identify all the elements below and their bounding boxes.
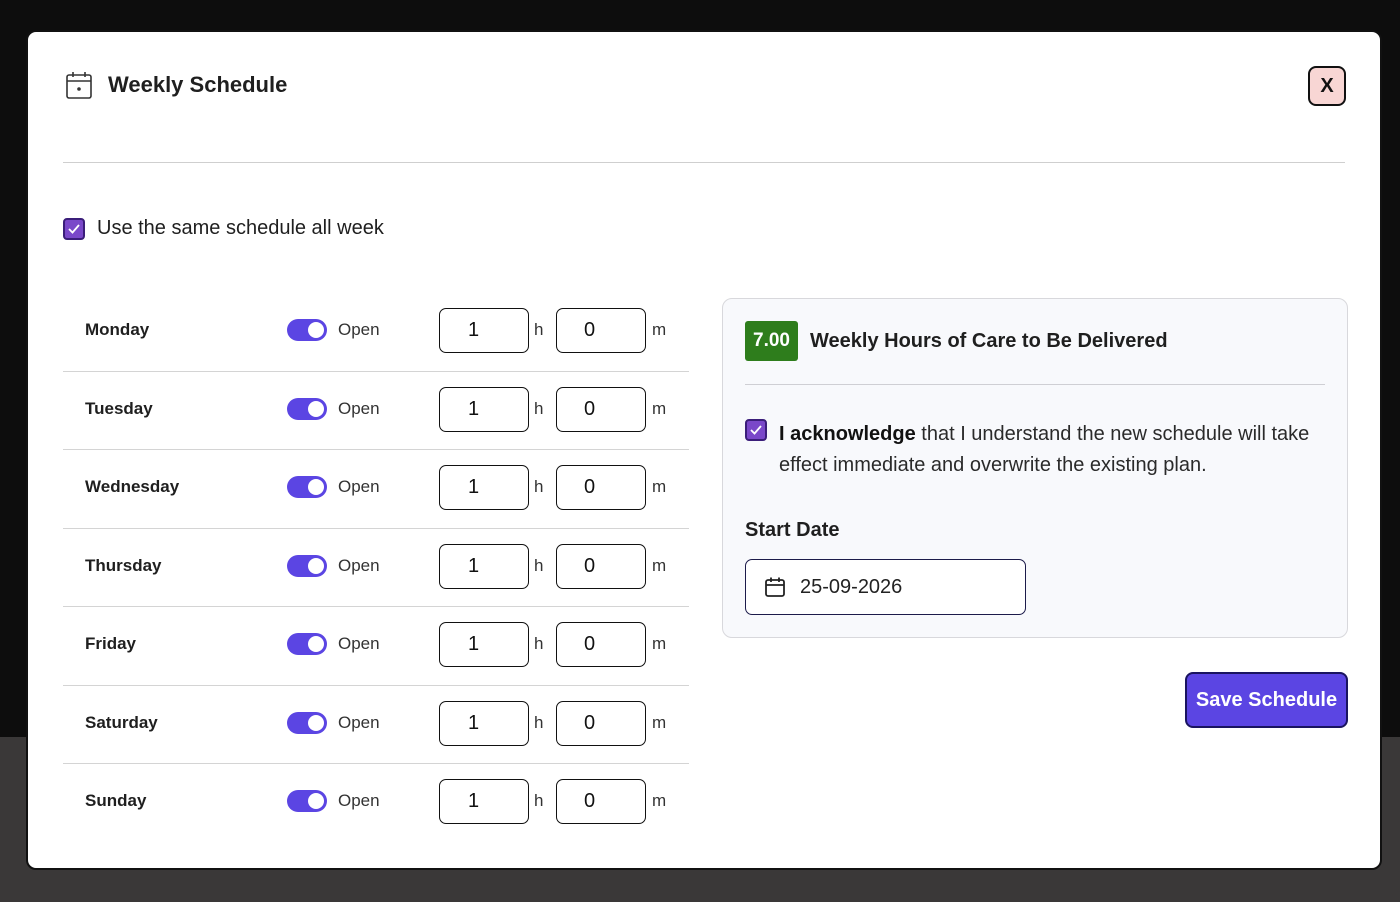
hours-input[interactable]: 1 [439,465,529,510]
acknowledge-bold: I acknowledge [779,423,916,445]
day-row-friday: Friday Open 1 h 0 m [63,607,689,686]
day-open-toggle[interactable] [287,397,327,420]
same-schedule-checkbox[interactable] [63,217,85,240]
day-name: Saturday [85,712,158,732]
hours-unit: h [534,712,544,732]
hours-input[interactable]: 1 [439,779,529,824]
minutes-unit: m [652,712,667,732]
day-list: Monday Open 1 h 0 m Tuesday Open 1 h 0 m… [63,293,689,843]
day-status-label: Open [338,398,380,418]
hours-unit: h [534,555,544,575]
minutes-input[interactable]: 0 [556,308,646,353]
day-row-sunday: Sunday Open 1 h 0 m [63,764,689,843]
day-name: Monday [85,320,150,339]
day-row-wednesday: Wednesday Open 1 h 0 m [63,450,689,529]
day-row-tuesday: Tuesday Open 1 h 0 m [63,372,689,450]
acknowledge-checkbox[interactable] [745,419,767,441]
hours-input[interactable]: 1 [439,386,529,432]
minutes-input[interactable]: 0 [556,465,646,510]
hours-input[interactable]: 1 [439,308,529,353]
hours-input[interactable]: 1 [439,543,529,589]
calendar-icon [66,72,92,99]
start-date-value: 25-09-2026 [800,575,903,598]
summary-panel: 7.00 Weekly Hours of Care to Be Delivere… [722,298,1348,638]
weekly-schedule-modal: Weekly Schedule X Use the same schedule … [26,30,1382,870]
minutes-unit: m [652,398,667,418]
minutes-input[interactable]: 0 [556,622,646,667]
start-date-label: Start Date [745,519,840,541]
minutes-unit: m [652,791,667,810]
start-date-input[interactable]: 25-09-2026 [745,559,1026,615]
day-open-toggle[interactable] [287,319,327,341]
day-name: Tuesday [85,398,153,418]
day-status-label: Open [338,791,380,810]
day-open-toggle[interactable] [287,633,327,655]
hours-unit: h [534,398,544,418]
divider [745,384,1325,385]
day-status-label: Open [338,320,380,339]
hours-unit: h [534,320,544,339]
minutes-input[interactable]: 0 [556,543,646,589]
calendar-icon [765,577,785,597]
minutes-input[interactable]: 0 [556,700,646,746]
day-status-label: Open [338,477,380,496]
day-open-toggle[interactable] [287,476,327,498]
acknowledge-text: I acknowledge that I understand the new … [779,419,1327,481]
minutes-unit: m [652,477,667,496]
checkmark-icon [750,425,762,435]
close-button[interactable]: X [1308,66,1346,106]
modal-header: Weekly Schedule X [63,66,1346,163]
day-open-toggle[interactable] [287,711,327,734]
day-name: Thursday [85,555,162,575]
weekly-hours-label: Weekly Hours of Care to Be Delivered [810,330,1168,352]
day-row-monday: Monday Open 1 h 0 m [63,293,689,372]
day-row-thursday: Thursday Open 1 h 0 m [63,529,689,607]
modal-title: Weekly Schedule [108,72,288,97]
day-name: Friday [85,634,137,653]
acknowledge-option[interactable]: I acknowledge that I understand the new … [745,419,1327,481]
checkmark-icon [68,223,80,234]
day-name: Wednesday [85,477,180,496]
hours-input[interactable]: 1 [439,700,529,746]
day-status-label: Open [338,555,380,575]
day-name: Sunday [85,791,147,810]
day-row-saturday: Saturday Open 1 h 0 m [63,686,689,764]
minutes-unit: m [652,634,667,653]
day-open-toggle[interactable] [287,554,327,577]
weekly-hours-badge: 7.00 [745,321,798,361]
minutes-input[interactable]: 0 [556,779,646,824]
day-open-toggle[interactable] [287,790,327,812]
minutes-input[interactable]: 0 [556,386,646,432]
hours-unit: h [534,791,544,810]
same-schedule-option[interactable]: Use the same schedule all week [63,217,384,240]
minutes-unit: m [652,320,667,339]
hours-unit: h [534,634,544,653]
day-status-label: Open [338,712,380,732]
minutes-unit: m [652,555,667,575]
hours-input[interactable]: 1 [439,622,529,667]
hours-unit: h [534,477,544,496]
same-schedule-label: Use the same schedule all week [97,217,384,239]
save-schedule-button[interactable]: Save Schedule [1185,672,1348,728]
day-status-label: Open [338,634,380,653]
